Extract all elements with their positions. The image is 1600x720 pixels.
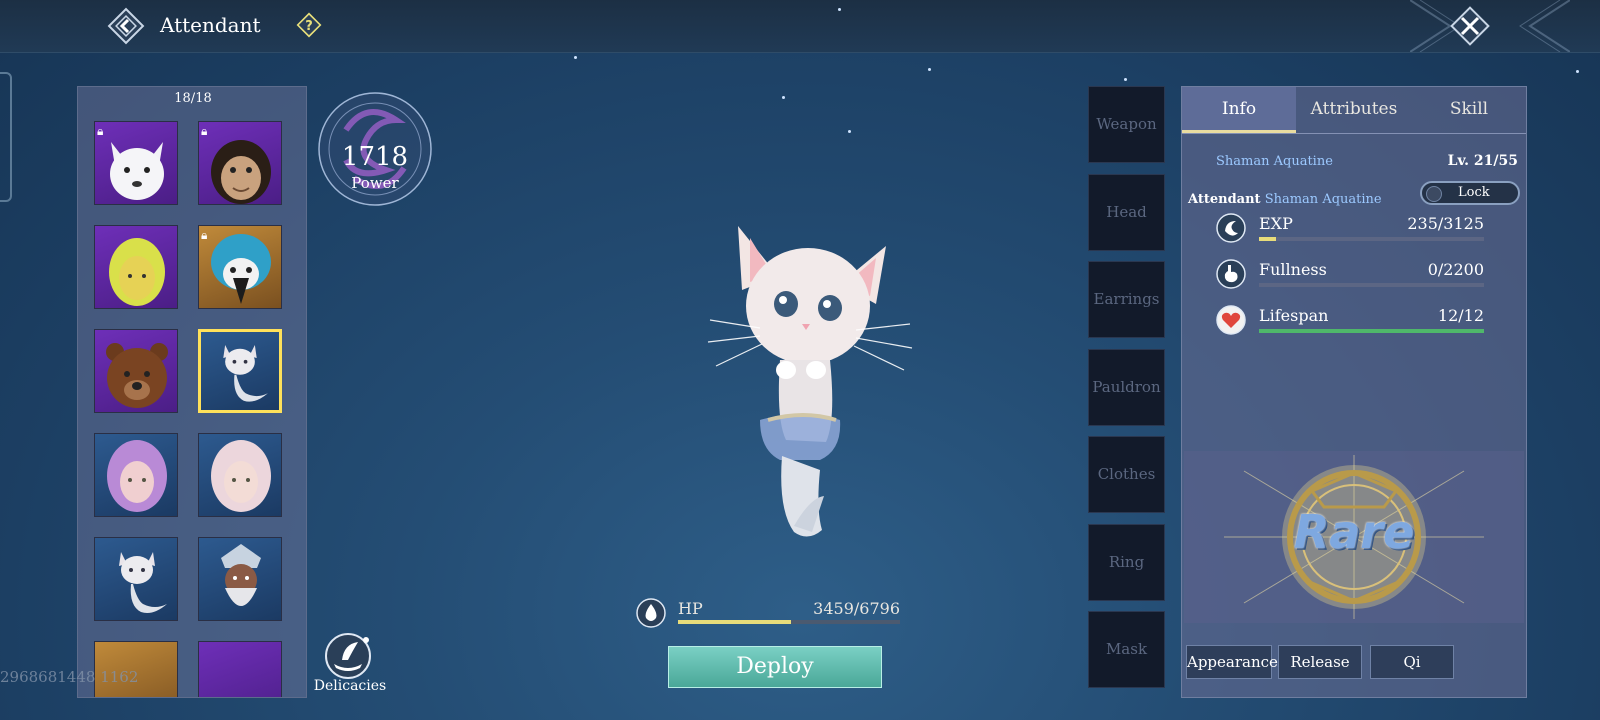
roster-slot-macaw[interactable]: 🔒︎ [198,225,282,309]
arctic-fox-portrait [110,142,164,200]
fullness-label: Fullness [1259,260,1327,279]
star [1124,78,1127,81]
lock-toggle-knob [1426,186,1442,202]
roster-slot-purple-haired-girl[interactable] [94,433,178,517]
lock-icon: 🔒︎ [97,124,104,138]
svg-text:?: ? [305,19,313,34]
exp-value: 235/3125 [1407,214,1484,233]
roster-slot-shaman-aquatine-2[interactable] [94,537,178,621]
pet-name: Shaman Aquatine [1216,154,1333,169]
hp-label: HP [678,599,703,618]
attendant-label: Attendant [1188,192,1261,207]
roster-slot-arctic-fox[interactable]: 🔒︎ [94,121,178,205]
exp-bar [1259,237,1484,241]
roster-slot-shaman-aquatine[interactable] [198,329,282,413]
lifespan-value: 12/12 [1437,306,1484,325]
attendant-roster[interactable]: 18/18 🔒︎ 🔒︎ 🔒︎ [77,86,307,698]
delicacies-icon[interactable] [318,630,378,680]
hp-droplet-icon [636,598,666,628]
roster-slot-chimpanzee[interactable]: 🔒︎ [198,121,282,205]
stomach-icon [1216,259,1246,289]
qi-button[interactable]: Qi [1370,645,1454,679]
lock-toggle-label: Lock [1458,185,1490,200]
lock-icon: 🔒︎ [201,228,208,242]
star [1576,70,1579,73]
delicacies-label: Delicacies [313,678,387,694]
blonde-doll-portrait [109,238,165,306]
release-button[interactable]: Release [1278,645,1362,679]
exp-label: EXP [1259,214,1293,233]
close-icon[interactable] [1448,4,1492,48]
pet-model-shaman-aquatine[interactable] [690,220,930,550]
macaw-portrait [211,234,271,304]
white-haired-girl-portrait [211,440,271,512]
equip-slot-clothes[interactable]: Clothes [1088,436,1165,513]
back-icon[interactable] [106,6,146,46]
pet-level: Lv. 21/55 [1447,153,1518,169]
attendant-name: Shaman Aquatine [1264,192,1382,207]
hp-value: 3459/6796 [813,599,900,618]
tab-attributes[interactable]: Attributes [1296,87,1412,133]
deploy-button[interactable]: Deploy [668,646,882,688]
bear-portrait [106,343,168,408]
rarity-label: Rare [1293,505,1415,559]
elder-portrait [221,544,261,606]
star [574,56,577,59]
tab-info[interactable]: Info [1182,87,1296,133]
exp-bar-fill [1259,237,1276,241]
power-value: 1718 [341,142,409,172]
lifespan-bar [1259,329,1484,333]
fullness-bar [1259,283,1484,287]
side-drawer-handle[interactable] [0,72,12,202]
lock-toggle[interactable]: Lock [1420,181,1520,205]
user-id: 2968681448 1162 [0,668,139,686]
equip-slot-mask[interactable]: Mask [1088,611,1165,688]
equip-slot-ring[interactable]: Ring [1088,524,1165,601]
exp-icon [1216,213,1246,243]
roster-slot-bear[interactable] [94,329,178,413]
equip-slot-earrings[interactable]: Earrings [1088,261,1165,338]
roster-slot-blonde-doll[interactable] [94,225,178,309]
help-icon[interactable]: ? [296,12,322,38]
lifespan-label: Lifespan [1259,306,1329,325]
power-label: Power [351,174,399,192]
lifespan-bar-fill [1259,329,1484,333]
shaman-aquatine-portrait [119,552,167,613]
star [782,96,785,99]
star [848,130,851,133]
equip-slot-head[interactable]: Head [1088,174,1165,251]
purple-haired-girl-portrait [107,440,167,512]
appearance-button[interactable]: Appearance [1186,645,1278,679]
hp-bar [678,620,900,624]
star [838,8,841,11]
equip-slot-pauldron[interactable]: Pauldron [1088,349,1165,426]
star [928,68,931,71]
attendant-line: Attendant Shaman Aquatine [1188,192,1382,207]
info-panel: Info Attributes Skill Shaman Aquatine Lv… [1181,86,1527,698]
lock-icon: 🔒︎ [201,124,208,138]
shaman-aquatine-portrait [223,345,268,402]
tab-divider [1182,133,1526,134]
page-title: Attendant [160,13,261,37]
hp-bar-fill [678,620,791,624]
equip-slot-weapon[interactable]: Weapon [1088,86,1165,163]
roster-slot-elder[interactable] [198,537,282,621]
fullness-value: 0/2200 [1427,260,1484,279]
roster-slot-white-haired-girl[interactable] [198,433,282,517]
top-bar: Attendant ? [0,0,1600,53]
chimpanzee-portrait [211,140,271,204]
roster-count: 18/18 [174,91,212,106]
roster-slot-partial[interactable] [198,641,282,697]
tab-skill[interactable]: Skill [1412,87,1526,133]
heart-icon [1216,305,1246,335]
